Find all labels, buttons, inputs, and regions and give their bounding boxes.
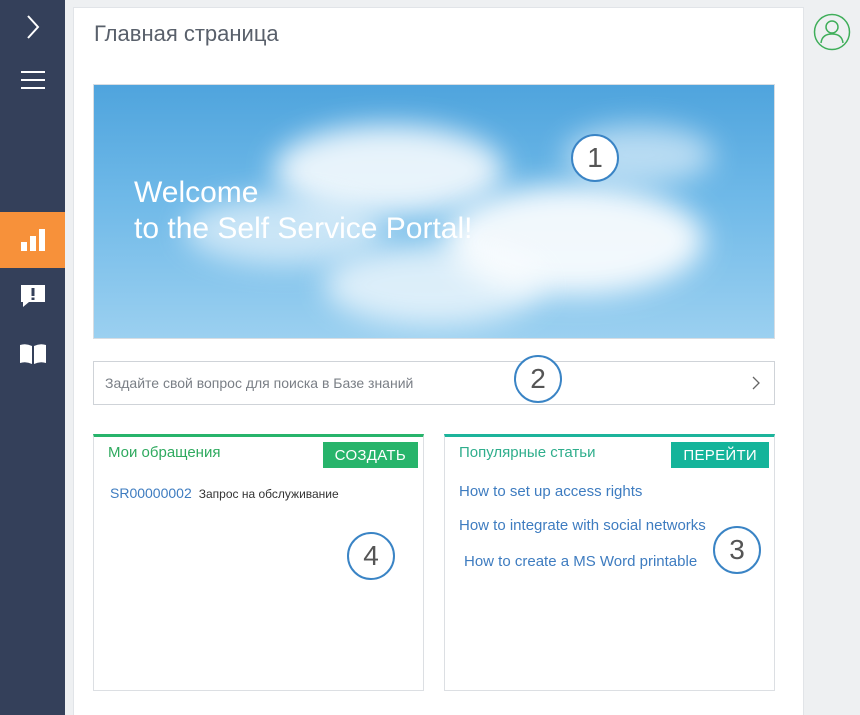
main-panel: Главная страница Welcome to the Self Ser… — [73, 7, 804, 715]
search-submit-button[interactable] — [744, 371, 768, 395]
bar-chart-icon — [20, 229, 45, 251]
list-item[interactable]: SR00000002 Запрос на обслуживание — [110, 485, 339, 501]
popular-articles-title: Популярные статьи — [459, 444, 596, 461]
create-case-button[interactable]: СОЗДАТЬ — [322, 442, 418, 468]
banner-line-2: to the Self Service Portal! — [134, 212, 473, 245]
banner-text: Welcome to the Self Service Portal! — [134, 175, 473, 247]
sidebar-item-knowledge-base[interactable] — [0, 336, 65, 372]
case-subject: Запрос на обслуживание — [198, 487, 339, 501]
sidebar-item-dashboard[interactable] — [0, 212, 65, 268]
case-number-link[interactable]: SR00000002 — [110, 485, 192, 501]
go-to-articles-button[interactable]: ПЕРЕЙТИ — [671, 442, 769, 468]
knowledge-base-search[interactable]: Задайте свой вопрос для поиска в Базе зн… — [93, 361, 775, 405]
hamburger-icon — [20, 71, 45, 89]
search-placeholder: Задайте свой вопрос для поиска в Базе зн… — [105, 375, 414, 391]
article-link[interactable]: How to create a MS Word printable — [464, 553, 697, 570]
expand-sidebar-button[interactable] — [0, 8, 65, 46]
welcome-banner: Welcome to the Self Service Portal! — [93, 84, 775, 339]
my-cases-title: Мои обращения — [108, 444, 221, 461]
callout-marker: 2 — [514, 355, 562, 403]
chevron-right-icon — [26, 15, 39, 39]
menu-button[interactable] — [0, 60, 65, 100]
banner-line-1: Welcome — [134, 176, 259, 209]
sidebar — [0, 0, 65, 715]
callout-marker: 4 — [347, 532, 395, 580]
alert-chat-icon — [20, 285, 45, 307]
article-link[interactable]: How to set up access rights — [459, 483, 642, 500]
page-title: Главная страница — [94, 21, 279, 46]
chevron-right-icon — [752, 376, 760, 390]
open-book-icon — [19, 344, 46, 364]
callout-marker: 1 — [571, 134, 619, 182]
callout-marker: 3 — [713, 526, 761, 574]
user-avatar-icon — [813, 13, 851, 51]
user-profile-button[interactable] — [813, 13, 851, 51]
sidebar-item-cases[interactable] — [0, 278, 65, 314]
article-link[interactable]: How to integrate with social networks — [459, 517, 706, 534]
